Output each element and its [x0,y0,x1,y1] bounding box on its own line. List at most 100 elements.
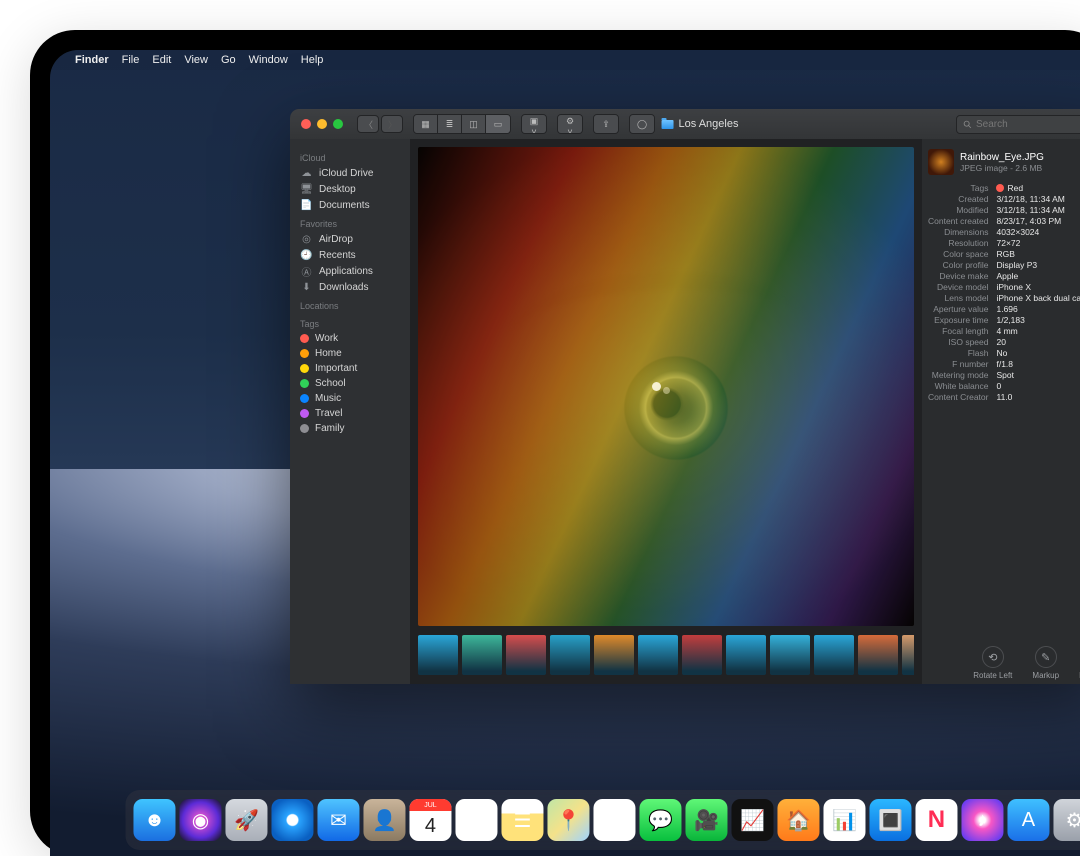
content-area [410,139,922,684]
search-input[interactable]: Search [956,115,1080,134]
dock-siri[interactable]: ◉ [179,799,221,841]
dock-reminders[interactable]: ≣ [455,799,497,841]
finder-window: 〈 〉 ▦ ≣ ◫ ▭ ▣ ˅ ⚙ ˅ ⇪ ◯ Los Angeles [290,109,1080,684]
dock-itunes[interactable]: ♪ [961,799,1003,841]
close-icon[interactable] [301,119,311,129]
thumbnail[interactable] [682,635,722,675]
sidebar-item-important[interactable]: Important [290,361,410,376]
tags-button[interactable]: ◯ [630,115,654,133]
menu-file[interactable]: File [122,54,140,66]
dock-news[interactable]: N [915,799,957,841]
sidebar-item-family[interactable]: Family [290,421,410,436]
sidebar-item-home[interactable]: Home [290,346,410,361]
dock-home[interactable]: 🏠 [777,799,819,841]
meta-key: Focal length [928,326,988,336]
quick-action-rotate-left[interactable]: ⟲Rotate Left [973,646,1012,680]
dock-keynote[interactable]: 🔳 [869,799,911,841]
sidebar-item-airdrop[interactable]: ◎AirDrop [290,231,410,247]
column-view-button[interactable]: ◫ [462,115,486,133]
thumbnail[interactable] [550,635,590,675]
sidebar-label: Recents [319,250,356,261]
quick-action-markup[interactable]: ✎Markup [1032,646,1059,680]
share-button[interactable]: ⇪ [594,115,618,133]
dock-mail[interactable]: ✉ [317,799,359,841]
sidebar-item-documents[interactable]: 📄Documents [290,197,410,213]
sidebar-item-travel[interactable]: Travel [290,406,410,421]
sidebar-header: Favorites [290,213,410,231]
meta-key: Resolution [928,238,988,248]
thumbnail[interactable] [638,635,678,675]
menu-go[interactable]: Go [221,54,236,66]
menubar-app[interactable]: Finder [75,54,109,66]
meta-value: f/1.8 [996,359,1080,369]
sidebar-item-downloads[interactable]: ⬇︎Downloads [290,279,410,295]
sidebar-label: AirDrop [319,234,353,245]
dock-appstore[interactable]: A [1007,799,1049,841]
file-name: Rainbow_Eye.JPG [960,152,1044,163]
dock-notes[interactable]: ☰ [501,799,543,841]
tag-dot-icon [300,349,309,358]
window-controls [290,119,343,129]
zoom-icon[interactable] [333,119,343,129]
thumbnail[interactable] [858,635,898,675]
dock-maps[interactable]: 📍 [547,799,589,841]
menu-edit[interactable]: Edit [152,54,171,66]
minimize-icon[interactable] [317,119,327,129]
dock-finder[interactable]: ☻ [133,799,175,841]
sidebar-item-desktop[interactable]: 🖥Desktop [290,181,410,197]
icon-view-button[interactable]: ▦ [414,115,438,133]
quick-action-icon: ⟲ [982,646,1004,668]
sidebar-header: iCloud [290,147,410,165]
dock-messages[interactable]: 💬 [639,799,681,841]
dock-preferences[interactable]: ⚙ [1053,799,1080,841]
dock-calendar[interactable]: JUL4 [409,799,451,841]
dock-photos[interactable]: ✿ [593,799,635,841]
dock-stocks[interactable]: 📈 [731,799,773,841]
quick-action-icon: ✎ [1035,646,1057,668]
sidebar-item-applications[interactable]: ⒶApplications [290,263,410,279]
meta-key: Content Creator [928,392,988,402]
window-title: Los Angeles [662,118,739,130]
dock-numbers[interactable]: 📊 [823,799,865,841]
thumbnail[interactable] [506,635,546,675]
meta-key: Color profile [928,260,988,270]
thumbnail[interactable] [814,635,854,675]
action-button[interactable]: ⚙ ˅ [558,115,582,133]
thumbnail[interactable] [902,635,914,675]
forward-button[interactable]: 〉 [381,115,403,133]
sidebar-label: Music [315,393,341,404]
preview-panel: Rainbow_Eye.JPG JPEG image - 2.6 MB Tags… [922,139,1080,684]
dock-contacts[interactable]: 👤 [363,799,405,841]
menu-window[interactable]: Window [249,54,288,66]
dock-launchpad[interactable]: 🚀 [225,799,267,841]
meta-value: Display P3 [996,260,1080,270]
dock-safari[interactable] [271,799,313,841]
menu-view[interactable]: View [184,54,208,66]
tags-value[interactable]: Red [996,183,1080,193]
back-button[interactable]: 〈 [357,115,379,133]
meta-key: Flash [928,348,988,358]
gallery-view-button[interactable]: ▭ [486,115,510,133]
menubar-items: File Edit View Go Window Help [122,54,324,66]
thumbnail[interactable] [594,635,634,675]
sidebar-item-work[interactable]: Work [290,331,410,346]
tag-dot-icon [300,409,309,418]
thumbnail[interactable] [770,635,810,675]
sidebar-item-icloud-drive[interactable]: ☁︎iCloud Drive [290,165,410,181]
thumbnail[interactable] [726,635,766,675]
sidebar-label: Downloads [319,282,368,293]
menu-help[interactable]: Help [301,54,324,66]
meta-key: F number [928,359,988,369]
sidebar-item-recents[interactable]: 🕘Recents [290,247,410,263]
thumbnail[interactable] [418,635,458,675]
sidebar-item-school[interactable]: School [290,376,410,391]
group-button[interactable]: ▣ ˅ [522,115,546,133]
gallery-preview[interactable] [418,147,914,626]
thumbnail[interactable] [462,635,502,675]
tags-label: Tags [928,183,988,193]
meta-value: 3/12/18, 11:34 AM [996,205,1080,215]
list-view-button[interactable]: ≣ [438,115,462,133]
sidebar-item-music[interactable]: Music [290,391,410,406]
dock-facetime[interactable]: 🎥 [685,799,727,841]
tag-dot-icon [300,424,309,433]
